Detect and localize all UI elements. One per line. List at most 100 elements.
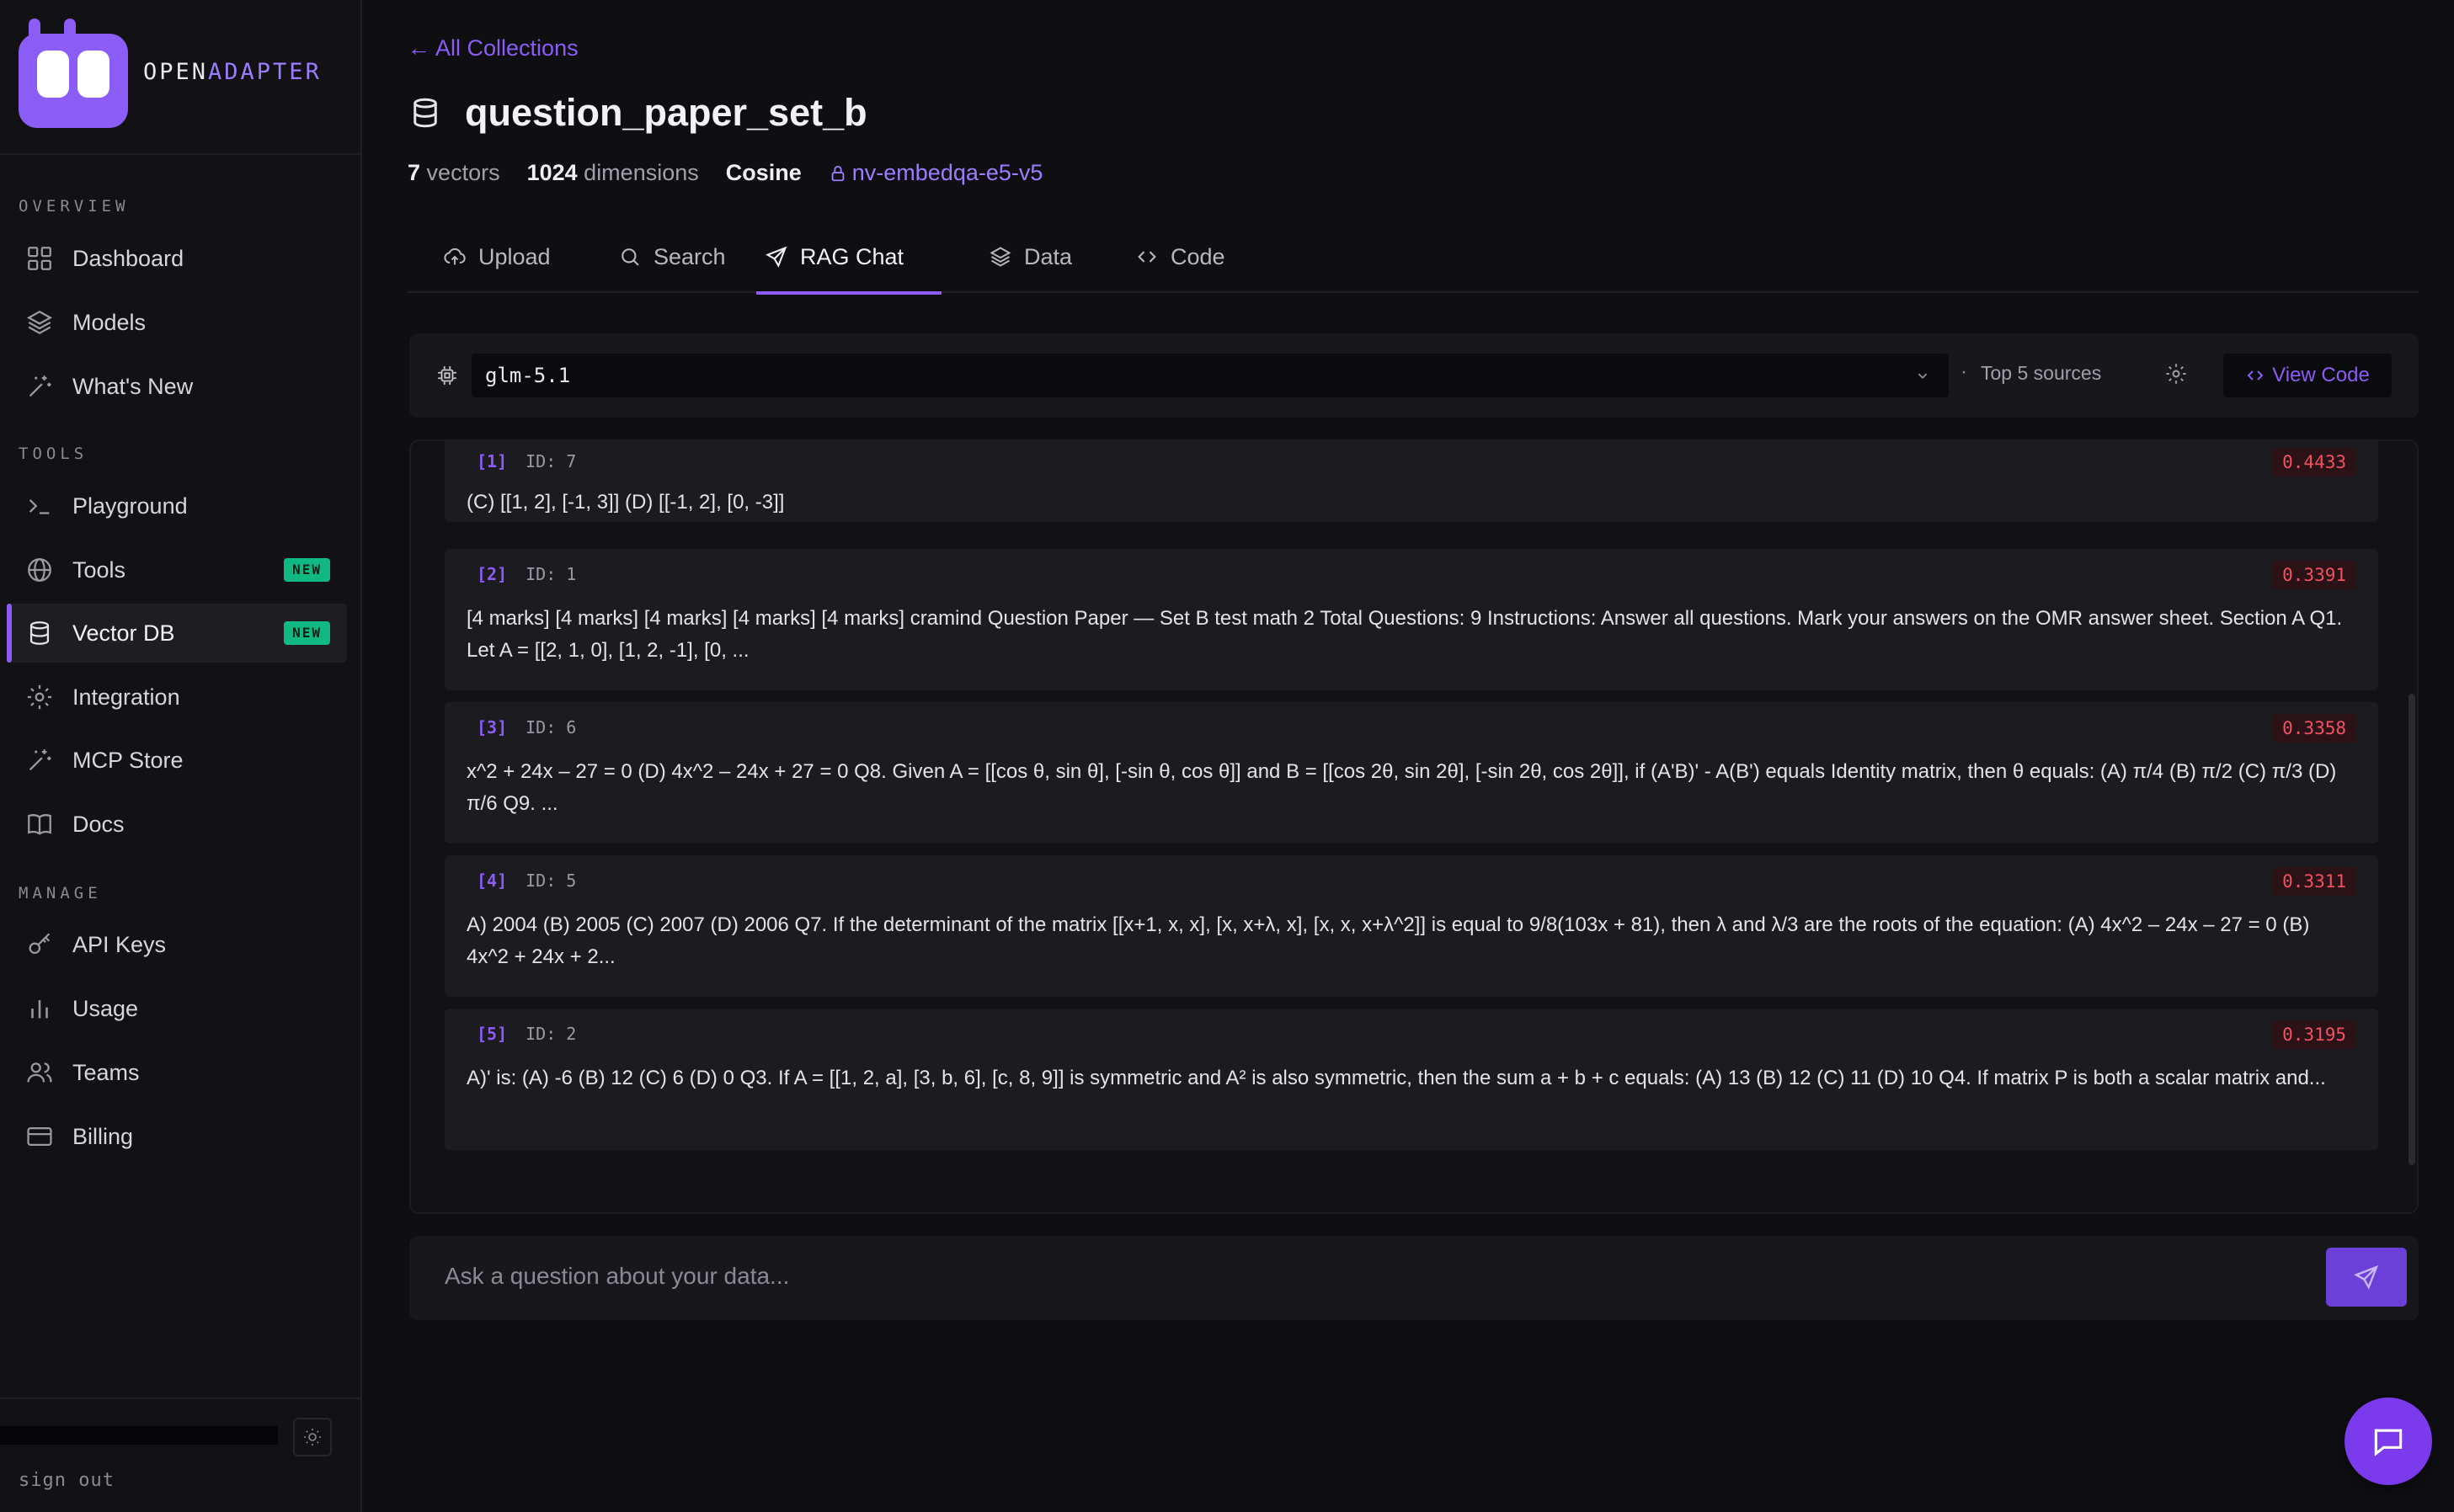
user-bar: [0, 1426, 278, 1445]
source-text: A)' is: (A) -6 (B) 12 (C) 6 (D) 0 Q3. If…: [467, 1067, 2326, 1089]
toolbar-separator: ·: [1961, 360, 1967, 383]
sidebar-item-tools[interactable]: Tools NEW: [7, 540, 347, 599]
sidebar-item-mcp-store[interactable]: MCP Store: [7, 731, 347, 790]
distance-metric: Cosine: [725, 160, 802, 185]
top-sources-label: Top 5 sources: [1981, 362, 2102, 384]
sidebar-item-label: Integration: [72, 684, 180, 710]
page-title: question_paper_set_b: [465, 91, 867, 134]
sidebar-item-teams[interactable]: Teams: [7, 1043, 347, 1102]
chat-question-input[interactable]: Ask a question about your data...: [445, 1263, 789, 1290]
sidebar-item-whats-new[interactable]: What's New: [7, 357, 347, 416]
sidebar-item-docs[interactable]: Docs: [7, 795, 347, 854]
sidebar-item-label: Tools: [72, 556, 126, 583]
section-label-manage: MANAGE: [19, 884, 102, 902]
llm-model-select[interactable]: glm-5.1: [472, 354, 1949, 397]
terminal-icon: [25, 492, 54, 520]
sidebar: OPENADAPTER OVERVIEW Dashboard Models Wh…: [0, 0, 362, 1512]
sidebar-item-label: Vector DB: [72, 620, 175, 646]
sidebar-item-label: Teams: [72, 1059, 140, 1085]
credit-card-icon: [25, 1122, 54, 1151]
results-scrollbar[interactable]: [2409, 694, 2415, 1165]
sidebar-item-vector-db[interactable]: Vector DB NEW: [7, 604, 347, 663]
chevron-down-icon: [1918, 373, 1928, 380]
tab-data[interactable]: Data: [980, 221, 1080, 293]
source-text: x^2 + 24x – 27 = 0 (D) 4x^2 – 24x + 27 =…: [467, 760, 2337, 815]
source-id: ID: 6: [525, 717, 577, 737]
tab-search[interactable]: Search: [610, 221, 734, 293]
retrieved-sources-panel[interactable]: [1] ID: 7 0.4433 (C) [[1, 2], [-1, 3]] (…: [409, 439, 2419, 1214]
similarity-score: 0.3358: [2272, 714, 2356, 743]
source-card[interactable]: [3] ID: 6 0.3358 x^2 + 24x – 27 = 0 (D) …: [445, 702, 2378, 844]
sidebar-item-label: API Keys: [72, 931, 167, 957]
dimensions-count: 1024 dimensions: [526, 160, 699, 185]
vectors-count: 7 vectors: [408, 160, 500, 185]
sidebar-item-usage[interactable]: Usage: [7, 979, 347, 1038]
gear-icon: [25, 683, 54, 711]
similarity-score: 0.3195: [2272, 1020, 2356, 1049]
theme-toggle-button[interactable]: [293, 1418, 332, 1456]
source-rank: [1]: [477, 451, 508, 471]
back-to-collections-link[interactable]: ← All Collections: [408, 35, 579, 61]
source-card-header: [5] ID: 2: [477, 1024, 576, 1044]
users-icon: [25, 1058, 54, 1087]
tab-rag-chat[interactable]: RAG Chat: [756, 221, 942, 295]
send-icon: [2354, 1264, 2379, 1290]
sidebar-item-playground[interactable]: Playground: [7, 476, 347, 535]
source-text: [4 marks] [4 marks] [4 marks] [4 marks] …: [467, 607, 2343, 662]
source-text: A) 2004 (B) 2005 (C) 2007 (D) 2006 Q7. I…: [467, 913, 2310, 968]
sparkle-icon: [25, 746, 54, 775]
source-card[interactable]: [5] ID: 2 0.3195 A)' is: (A) -6 (B) 12 (…: [445, 1009, 2378, 1150]
source-id: ID: 2: [525, 1024, 577, 1044]
source-rank: [3]: [477, 717, 508, 737]
sign-out-link[interactable]: sign out: [19, 1470, 115, 1491]
source-card-header: [4] ID: 5: [477, 870, 576, 891]
brand-header[interactable]: OPENADAPTER: [0, 0, 360, 155]
sidebar-item-billing[interactable]: Billing: [7, 1107, 347, 1166]
view-code-button[interactable]: View Code: [2223, 354, 2392, 397]
support-chat-button[interactable]: [2345, 1398, 2432, 1485]
collection-meta: 7 vectors 1024 dimensions Cosine nv-embe…: [408, 160, 1043, 186]
tab-upload[interactable]: Upload: [435, 221, 559, 293]
source-card[interactable]: [4] ID: 5 0.3311 A) 2004 (B) 2005 (C) 20…: [445, 855, 2378, 997]
sidebar-item-models[interactable]: Models: [7, 293, 347, 352]
sun-icon: [304, 1429, 321, 1445]
source-card[interactable]: [1] ID: 7 0.4433 (C) [[1, 2], [-1, 3]] (…: [445, 441, 2378, 522]
source-card-header: [3] ID: 6: [477, 717, 576, 737]
sparkle-icon: [25, 372, 54, 401]
source-card-header: [1] ID: 7: [477, 451, 576, 471]
message-icon: [2374, 1429, 2403, 1456]
gear-icon[interactable]: [2164, 362, 2188, 386]
section-label-tools: TOOLS: [19, 445, 88, 463]
cpu-icon: [438, 366, 456, 385]
source-id: ID: 1: [525, 564, 577, 584]
send-icon: [766, 246, 787, 268]
section-label-overview: OVERVIEW: [19, 197, 130, 216]
sidebar-item-label: Dashboard: [72, 245, 184, 271]
source-card-header: [2] ID: 1: [477, 564, 576, 584]
new-badge: NEW: [284, 558, 330, 582]
layers-icon: [25, 308, 54, 337]
globe-icon: [25, 556, 54, 584]
collection-tabs: Upload Search RAG Chat Data Code: [408, 221, 2419, 295]
source-text: (C) [[1, 2], [-1, 3]] (D) [[-1, 2], [0, …: [467, 491, 785, 514]
sidebar-item-integration[interactable]: Integration: [7, 668, 347, 727]
send-button[interactable]: [2326, 1248, 2407, 1307]
source-id: ID: 5: [525, 870, 577, 891]
sidebar-item-dashboard[interactable]: Dashboard: [7, 229, 347, 288]
code-icon: [2247, 370, 2264, 381]
database-icon: [413, 98, 437, 128]
brand-name: OPENADAPTER: [143, 59, 322, 85]
source-id: ID: 7: [525, 451, 577, 471]
embedding-model-link[interactable]: nv-embedqa-e5-v5: [829, 160, 1043, 186]
source-card[interactable]: [2] ID: 1 0.3391 [4 marks] [4 marks] [4 …: [445, 549, 2378, 690]
source-rank: [4]: [477, 870, 508, 891]
tab-code[interactable]: Code: [1127, 221, 1234, 293]
sidebar-item-api-keys[interactable]: API Keys: [7, 915, 347, 974]
rag-chat-toolbar: glm-5.1 · Top 5 sources View Code: [409, 333, 2419, 418]
sidebar-item-label: MCP Store: [72, 747, 184, 773]
source-rank: [2]: [477, 564, 508, 584]
sidebar-item-label: Docs: [72, 811, 125, 837]
source-rank: [5]: [477, 1024, 508, 1044]
new-badge: NEW: [284, 621, 330, 645]
database-icon: [25, 619, 54, 647]
